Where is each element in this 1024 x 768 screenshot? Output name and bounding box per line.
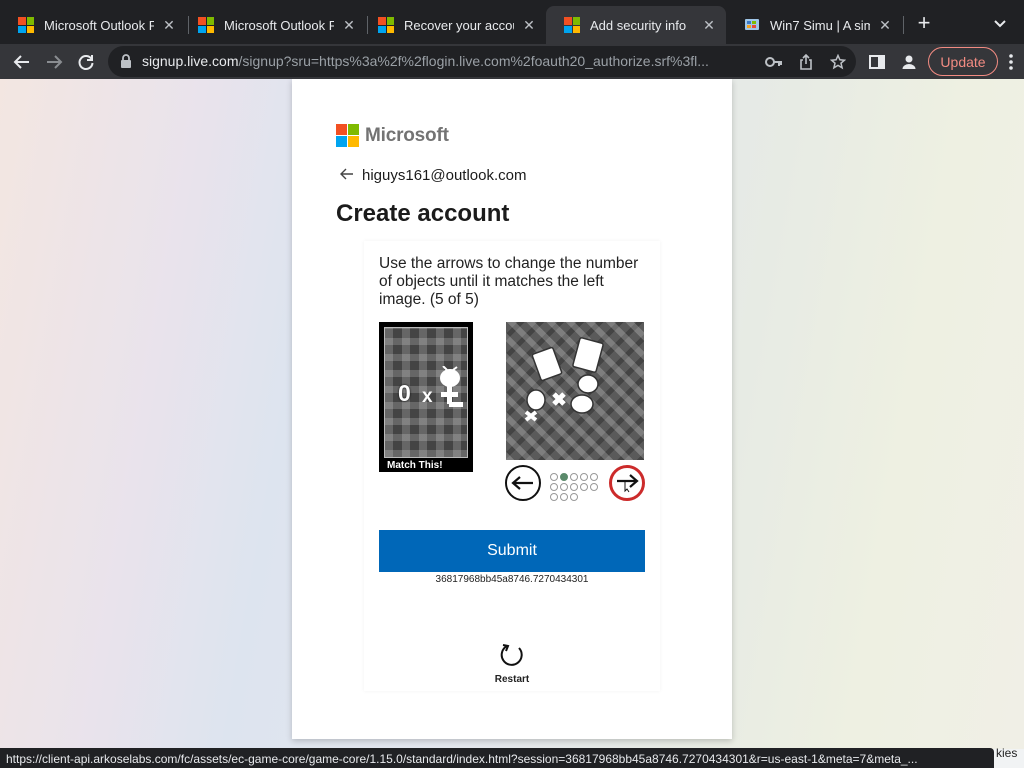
session-id: 36817968bb45a8746.7270434301 <box>435 574 589 585</box>
restart-icon[interactable] <box>499 644 525 672</box>
address-bar[interactable]: signup.live.com/signup?sru=https%3a%2f%2… <box>108 46 856 77</box>
win7-icon <box>744 17 760 33</box>
restart-button[interactable]: Restart <box>482 642 542 685</box>
tab-search-chevron-icon[interactable] <box>992 15 1008 31</box>
microsoft-wordmark: Microsoft <box>365 124 449 146</box>
close-icon[interactable]: ✕ <box>876 17 894 34</box>
microsoft-icon <box>564 17 580 33</box>
tab-title: Microsoft Outlook Pe <box>224 17 334 33</box>
match-count: 0 <box>398 380 411 406</box>
match-object-icon <box>437 365 465 415</box>
match-reference-image: 0 x Match This! <box>379 322 473 472</box>
close-icon[interactable]: ✕ <box>340 17 358 34</box>
microsoft-icon <box>18 17 34 33</box>
match-reference-pattern: 0 x <box>384 327 468 458</box>
option-dot <box>560 483 568 491</box>
tab-outlook-2[interactable]: Microsoft Outlook Pe ✕ <box>180 6 366 44</box>
reload-icon[interactable] <box>72 48 100 76</box>
captcha-puzzle: Use the arrows to change the number of o… <box>364 241 660 691</box>
star-bookmark-icon[interactable] <box>828 52 848 72</box>
tab-strip: Microsoft Outlook Pe ✕ Microsoft Outlook… <box>0 0 1024 44</box>
match-multiplier: x <box>422 386 433 407</box>
tab-title: Recover your account <box>404 17 514 33</box>
microsoft-icon <box>198 17 214 33</box>
profile-avatar-icon[interactable] <box>898 51 920 73</box>
tab-add-security-info[interactable]: Add security info ✕ <box>546 6 726 44</box>
close-icon[interactable]: ✕ <box>160 17 178 34</box>
key-icon[interactable] <box>764 52 784 72</box>
tab-title: Add security info <box>590 17 687 33</box>
match-label: Match This! <box>387 460 443 471</box>
forward-arrow-icon[interactable] <box>40 48 68 76</box>
update-button[interactable]: Update <box>928 47 998 76</box>
microsoft-squares-icon <box>336 124 359 147</box>
tab-win7-simu[interactable]: Win7 Simu | A simula ✕ <box>726 6 902 44</box>
option-dot <box>560 493 568 501</box>
status-bar-url: https://client-api.arkoselabs.com/fc/ass… <box>0 748 994 768</box>
option-dot <box>590 483 598 491</box>
back-arrow-icon[interactable] <box>340 167 354 184</box>
option-dot <box>550 473 558 481</box>
share-icon[interactable] <box>796 52 816 72</box>
restart-label: Restart <box>494 674 530 685</box>
identity-banner[interactable]: higuys161@outlook.com <box>340 167 527 184</box>
side-panel-icon[interactable] <box>866 51 888 73</box>
submit-button[interactable]: Submit <box>379 530 645 572</box>
cookies-link-fragment[interactable]: kies <box>996 746 1017 760</box>
close-icon[interactable]: ✕ <box>700 17 718 34</box>
option-dot <box>570 493 578 501</box>
puzzle-instructions: Use the arrows to change the number of o… <box>379 255 639 308</box>
tab-title: Win7 Simu | A simula <box>770 17 870 33</box>
puzzle-scene-image <box>506 322 644 460</box>
page-title: Create account <box>336 200 510 227</box>
microsoft-icon <box>378 17 394 33</box>
option-dot <box>570 473 578 481</box>
new-tab-plus-icon[interactable]: + <box>913 12 935 34</box>
lock-icon[interactable] <box>120 54 132 73</box>
option-dot <box>580 483 588 491</box>
tab-recover-account[interactable]: Recover your account ✕ <box>360 6 546 44</box>
back-arrow-icon[interactable] <box>8 48 36 76</box>
more-menu-icon[interactable] <box>1002 52 1020 72</box>
next-arrow-button[interactable] <box>609 465 645 501</box>
browser-toolbar: signup.live.com/signup?sru=https%3a%2f%2… <box>0 44 1024 79</box>
microsoft-logo: Microsoft <box>336 124 449 147</box>
url-text[interactable]: signup.live.com/signup?sru=https%3a%2f%2… <box>142 53 754 69</box>
tab-outlook-1[interactable]: Microsoft Outlook Pe ✕ <box>0 6 186 44</box>
signup-card: Microsoft higuys161@outlook.com Create a… <box>292 79 732 739</box>
tab-title: Microsoft Outlook Pe <box>44 17 154 33</box>
identity-email: higuys161@outlook.com <box>362 167 527 184</box>
option-dot <box>560 473 568 481</box>
previous-arrow-button[interactable] <box>505 465 541 501</box>
page-viewport: Microsoft higuys161@outlook.com Create a… <box>0 79 1024 749</box>
option-dot <box>590 473 598 481</box>
close-icon[interactable]: ✕ <box>520 17 538 34</box>
tab-separator <box>903 16 904 34</box>
option-dot <box>550 493 558 501</box>
option-dot <box>570 483 578 491</box>
option-dots <box>550 473 600 501</box>
option-dot <box>550 483 558 491</box>
option-dot <box>580 473 588 481</box>
